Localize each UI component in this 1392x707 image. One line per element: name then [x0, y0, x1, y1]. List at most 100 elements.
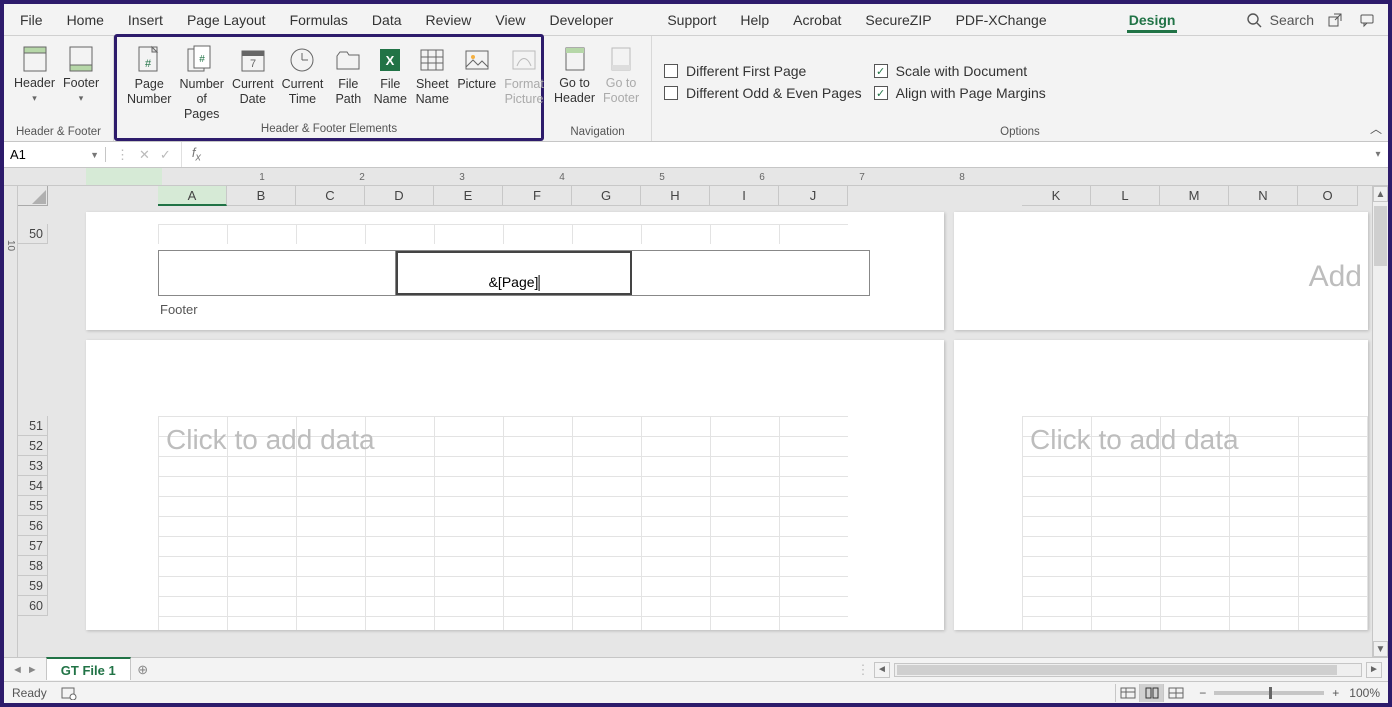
current-time-button[interactable]: Current Time [278, 39, 328, 107]
scroll-right-arrow[interactable]: ► [1366, 662, 1382, 678]
header-dropdown[interactable]: Header ▾ [10, 38, 59, 104]
footer-right-section[interactable] [632, 251, 869, 295]
tab-review[interactable]: Review [414, 4, 484, 35]
chevron-down-icon: ▼ [90, 150, 99, 160]
col-header-L[interactable]: L [1091, 186, 1160, 206]
scroll-up-arrow[interactable]: ▲ [1373, 186, 1388, 202]
tab-pdfxchange[interactable]: PDF-XChange [944, 4, 1059, 35]
zoom-slider[interactable] [1214, 691, 1324, 695]
page-bottom-right[interactable]: Click to add data [954, 340, 1368, 630]
page-top-left[interactable]: &[Page] Footer [86, 212, 944, 330]
col-header-M[interactable]: M [1160, 186, 1229, 206]
zoom-out-button[interactable]: − [1199, 686, 1206, 700]
diff-first-page-checkbox[interactable]: Different First Page [658, 60, 868, 82]
col-header-A[interactable]: A [158, 186, 227, 206]
tab-acrobat[interactable]: Acrobat [781, 4, 853, 35]
row-header[interactable]: 60 [18, 596, 48, 616]
sheet-name-button[interactable]: Sheet Name [411, 39, 453, 107]
cancel-icon[interactable]: ✕ [139, 147, 150, 163]
options-dots-icon[interactable]: ⋮ [116, 147, 129, 163]
scroll-left-arrow[interactable]: ◄ [874, 662, 890, 678]
scale-with-document-checkbox[interactable]: ✓ Scale with Document [868, 60, 1052, 82]
col-header-K[interactable]: K [1022, 186, 1091, 206]
current-date-button[interactable]: 7 Current Date [228, 39, 278, 107]
row-header[interactable]: 51 [18, 416, 48, 436]
scroll-thumb[interactable] [1374, 206, 1387, 266]
expand-formula-bar[interactable]: ▾ [1368, 149, 1388, 160]
share-button[interactable] [1324, 9, 1346, 31]
zoom-in-button[interactable]: + [1332, 686, 1339, 700]
tab-insert[interactable]: Insert [116, 4, 175, 35]
col-header-I[interactable]: I [710, 186, 779, 206]
page-number-button[interactable]: # Page Number [123, 39, 175, 107]
col-header-H[interactable]: H [641, 186, 710, 206]
row-header[interactable]: 57 [18, 536, 48, 556]
vertical-scrollbar[interactable]: ▲ ▼ [1372, 186, 1388, 657]
tab-file[interactable]: File [8, 4, 55, 35]
comments-button[interactable] [1356, 9, 1378, 31]
enter-icon[interactable]: ✓ [160, 147, 171, 163]
collapse-ribbon-button[interactable]: ︿ [1370, 120, 1382, 137]
sheet-tab-active[interactable]: GT File 1 [46, 657, 131, 680]
tab-pagelayout[interactable]: Page Layout [175, 4, 278, 35]
row-header-50[interactable]: 50 [18, 224, 48, 244]
footer-dropdown[interactable]: Footer ▾ [59, 38, 103, 104]
tell-me-search[interactable]: Search [1246, 12, 1314, 28]
fx-icon[interactable]: fx [182, 145, 207, 164]
footer-center-section[interactable]: &[Page] [396, 251, 633, 295]
tab-data[interactable]: Data [360, 4, 414, 35]
tab-developer[interactable]: Developer [538, 4, 626, 35]
picture-icon [460, 43, 494, 77]
normal-view-button[interactable] [1115, 684, 1139, 702]
col-header-B[interactable]: B [227, 186, 296, 206]
picture-button[interactable]: Picture [453, 39, 500, 92]
tab-support[interactable]: Support [655, 4, 728, 35]
row-header[interactable]: 53 [18, 456, 48, 476]
col-header-F[interactable]: F [503, 186, 572, 206]
file-path-button[interactable]: File Path [327, 39, 369, 107]
diff-odd-even-checkbox[interactable]: Different Odd & Even Pages [658, 82, 868, 104]
row-header[interactable]: 52 [18, 436, 48, 456]
scroll-down-arrow[interactable]: ▼ [1373, 641, 1388, 657]
page-bottom-left[interactable]: Click to add data [86, 340, 944, 630]
name-box[interactable]: A1 ▼ [4, 147, 106, 162]
zoom-level[interactable]: 100% [1349, 686, 1380, 700]
number-of-pages-button[interactable]: # Number of Pages [175, 39, 227, 122]
horizontal-scrollbar[interactable]: ◄ ► [868, 658, 1388, 681]
col-header-D[interactable]: D [365, 186, 434, 206]
tab-splitter[interactable]: ⋮ [858, 658, 868, 681]
prev-sheet-arrow[interactable]: ◄ [12, 664, 23, 676]
col-header-G[interactable]: G [572, 186, 641, 206]
tab-design-active[interactable]: Design [1117, 4, 1188, 35]
col-header-O[interactable]: O [1298, 186, 1358, 206]
tab-securezip[interactable]: SecureZIP [853, 4, 943, 35]
row-header[interactable]: 58 [18, 556, 48, 576]
tab-help[interactable]: Help [728, 4, 781, 35]
tab-formulas[interactable]: Formulas [278, 4, 360, 35]
page-break-view-button[interactable] [1163, 684, 1187, 702]
col-header-N[interactable]: N [1229, 186, 1298, 206]
goto-header-button[interactable]: Go to Header [550, 38, 599, 106]
row-header[interactable]: 54 [18, 476, 48, 496]
macro-record-icon[interactable] [61, 686, 77, 700]
page-top-right[interactable]: Add [954, 212, 1368, 330]
row-header[interactable]: 55 [18, 496, 48, 516]
new-sheet-button[interactable]: ⊕ [131, 658, 155, 681]
tab-home[interactable]: Home [55, 4, 116, 35]
ruler-mark: 3 [459, 172, 465, 183]
select-all-corner[interactable] [18, 186, 48, 206]
row-header[interactable]: 59 [18, 576, 48, 596]
formula-input[interactable] [207, 146, 1368, 163]
col-header-J[interactable]: J [779, 186, 848, 206]
align-page-margins-checkbox[interactable]: ✓ Align with Page Margins [868, 82, 1052, 104]
diff-first-page-label: Different First Page [686, 63, 806, 79]
tab-view[interactable]: View [483, 4, 537, 35]
row-header[interactable]: 56 [18, 516, 48, 536]
footer-left-section[interactable] [159, 251, 396, 295]
next-sheet-arrow[interactable]: ► [27, 664, 38, 676]
file-name-button[interactable]: X File Name [369, 39, 411, 107]
col-header-C[interactable]: C [296, 186, 365, 206]
hscroll-thumb[interactable] [897, 665, 1337, 675]
page-layout-view-button[interactable] [1139, 684, 1163, 702]
col-header-E[interactable]: E [434, 186, 503, 206]
